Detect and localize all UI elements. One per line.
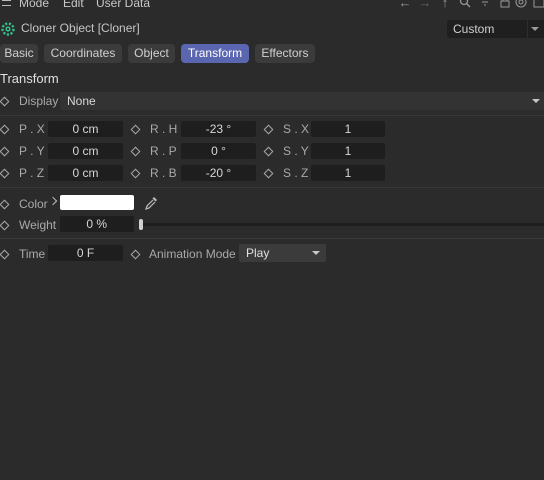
keyframe-icon[interactable] (263, 146, 274, 157)
menu-edit[interactable]: Edit (63, 0, 84, 10)
color-swatch[interactable] (60, 195, 134, 210)
display-dropdown[interactable]: None (60, 92, 544, 110)
rot-b-field[interactable]: -20 ° (181, 165, 256, 181)
arrow-up-icon[interactable]: ↑ (438, 0, 452, 10)
pos-x-label: P . X (19, 122, 45, 136)
chevron-down-icon (312, 251, 320, 255)
pos-y-label: P . Y (19, 144, 45, 158)
divider (0, 238, 544, 239)
cloner-object-icon (0, 21, 16, 37)
arrow-right-icon[interactable]: → (418, 0, 432, 10)
keyframe-icon[interactable] (0, 220, 10, 231)
preset-dropdown[interactable]: Custom (447, 20, 544, 38)
pos-x-field[interactable]: 0 cm (48, 121, 123, 137)
tab-coordinates[interactable]: Coordinates (44, 44, 122, 63)
keyframe-icon[interactable] (0, 96, 10, 107)
weight-label: Weight (19, 218, 57, 232)
animation-mode-label: Animation Mode (149, 247, 236, 261)
arrow-left-icon[interactable]: ← (398, 0, 412, 10)
scale-z-field[interactable]: 1 (311, 165, 385, 181)
preset-value: Custom (453, 22, 495, 36)
chevron-down-icon (531, 27, 539, 31)
weight-field[interactable]: 0 % (60, 216, 134, 232)
animation-mode-dropdown[interactable]: Play (239, 244, 326, 262)
preset-divider (527, 20, 528, 38)
keyframe-icon[interactable] (263, 168, 274, 179)
scale-x-label: S . X (283, 122, 310, 136)
tab-basic[interactable]: Basic (0, 44, 38, 63)
hamburger-menu-icon[interactable] (2, 0, 11, 6)
scale-y-field[interactable]: 1 (311, 143, 385, 159)
keyframe-icon[interactable] (130, 249, 141, 260)
pos-y-field[interactable]: 0 cm (48, 143, 123, 159)
tab-effectors[interactable]: Effectors (255, 44, 315, 63)
rot-p-label: R . P (150, 144, 177, 158)
animation-mode-value: Play (246, 246, 270, 260)
pos-z-label: P . Z (19, 166, 45, 180)
time-field[interactable]: 0 F (48, 245, 123, 261)
chevron-down-icon (532, 99, 540, 103)
color-label: Color (19, 197, 48, 211)
rot-b-label: R . B (150, 166, 177, 180)
scale-y-label: S . Y (283, 144, 309, 158)
keyframe-icon[interactable] (0, 124, 10, 135)
target-icon[interactable] (514, 0, 528, 10)
weight-slider-track[interactable] (142, 223, 544, 226)
divider (0, 187, 544, 188)
time-label: Time (19, 247, 46, 261)
search-icon[interactable] (458, 0, 472, 10)
add-icon[interactable] (532, 0, 544, 10)
keyframe-icon[interactable] (0, 249, 10, 260)
menu-user-data[interactable]: User Data (96, 0, 150, 10)
keyframe-icon[interactable] (130, 146, 141, 157)
keyframe-icon[interactable] (130, 168, 141, 179)
rot-h-field[interactable]: -23 ° (181, 121, 256, 137)
tab-object[interactable]: Object (128, 44, 175, 63)
menu-mode[interactable]: Mode (19, 0, 49, 10)
weight-value: 0 % (86, 217, 107, 231)
keyframe-icon[interactable] (130, 124, 141, 135)
display-value: None (67, 94, 96, 108)
divider (0, 115, 544, 116)
filter-icon[interactable] (478, 0, 492, 10)
keyframe-icon[interactable] (0, 146, 10, 157)
rot-p-field[interactable]: 0 ° (181, 143, 256, 159)
menu-bar: Mode Edit User Data ← → ↑ (0, 0, 544, 14)
tab-transform[interactable]: Transform (181, 44, 249, 63)
object-title: Cloner Object [Cloner] (21, 21, 140, 35)
keyframe-icon[interactable] (0, 199, 10, 210)
scale-x-field[interactable]: 1 (311, 121, 385, 137)
eyedropper-icon[interactable] (143, 195, 159, 211)
chevron-right-icon[interactable] (48, 196, 58, 206)
section-title: Transform (0, 71, 59, 86)
keyframe-icon[interactable] (263, 124, 274, 135)
keyframe-icon[interactable] (0, 168, 10, 179)
weight-slider-handle[interactable] (139, 219, 143, 230)
rot-h-label: R . H (150, 122, 178, 136)
display-label: Display (19, 94, 59, 108)
pos-z-field[interactable]: 0 cm (48, 165, 123, 181)
scale-z-label: S . Z (283, 166, 309, 180)
lock-icon[interactable] (498, 0, 512, 10)
